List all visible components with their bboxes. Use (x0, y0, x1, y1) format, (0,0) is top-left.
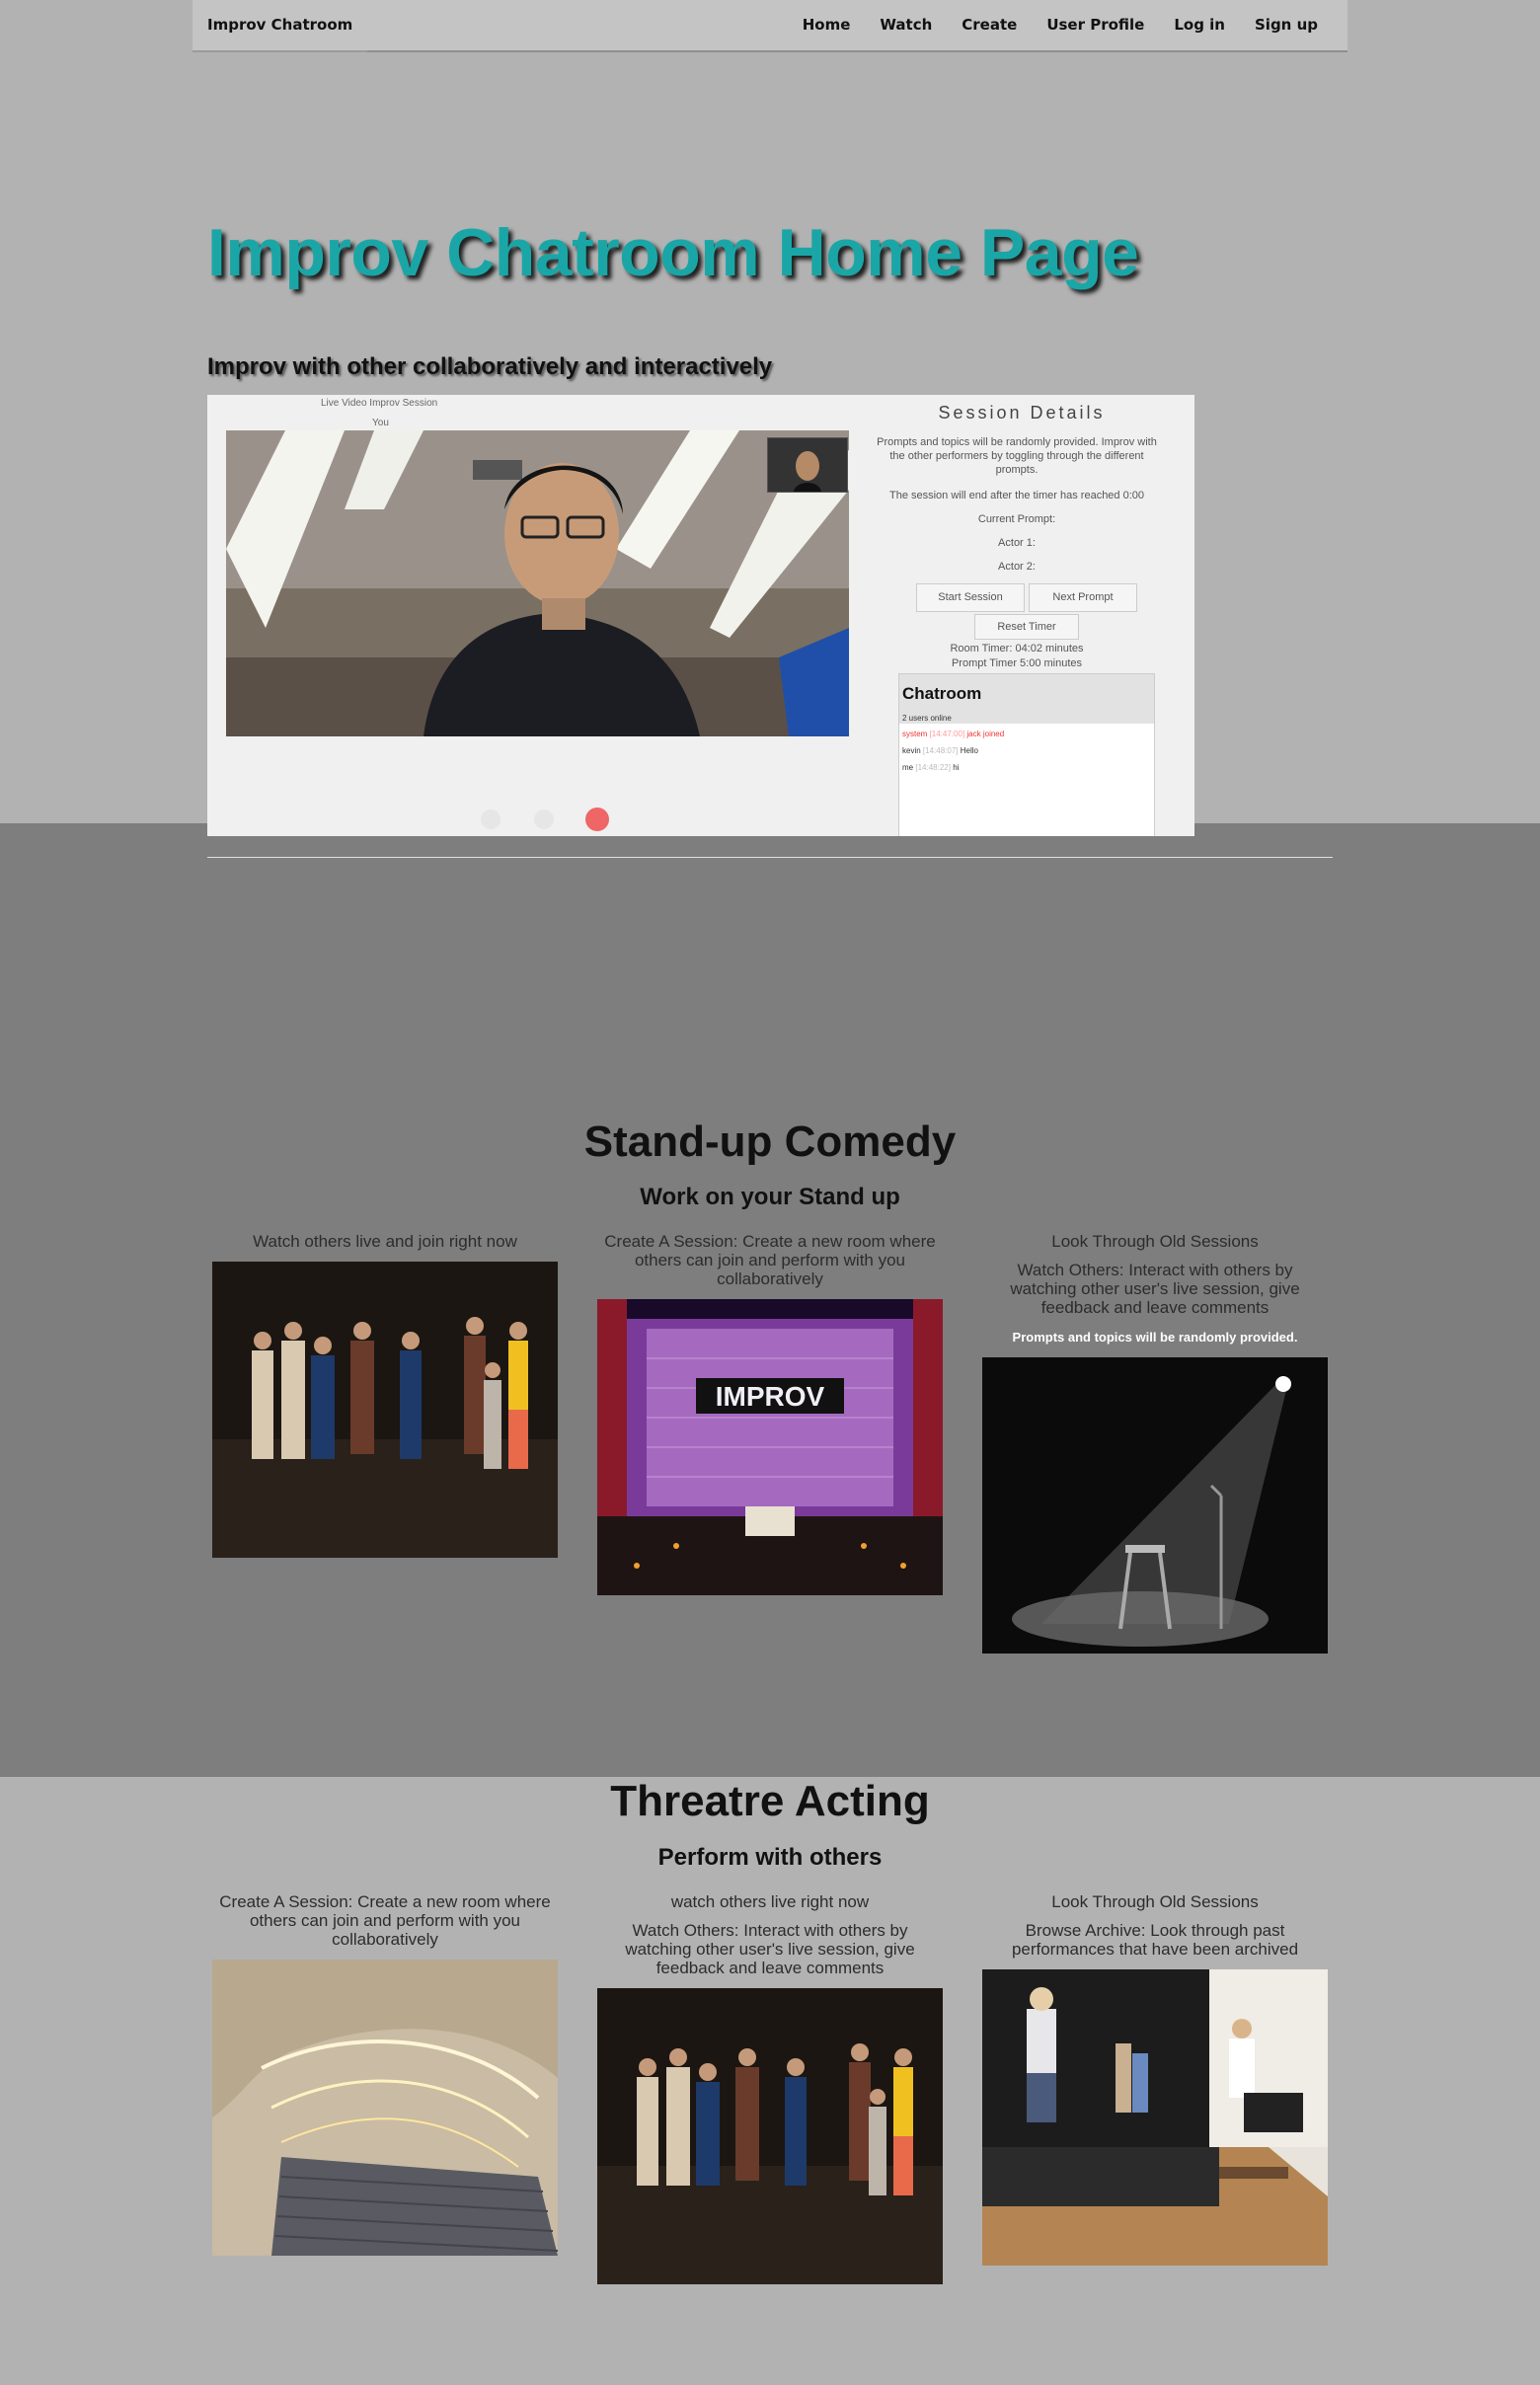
theatre-col3-title: Look Through Old Sessions (1051, 1892, 1259, 1911)
standup-subtitle: Work on your Stand up (640, 1184, 900, 1210)
divider (207, 857, 1333, 858)
nav-watch[interactable]: Watch (865, 0, 947, 50)
rehearsal-stage-photo[interactable] (982, 1969, 1328, 2266)
demo-session-screenshot: Live Video Improv Session You Session De… (207, 395, 1194, 836)
theatre-col2-text: Watch Others: Interact with others by wa… (625, 1921, 915, 1977)
video-feed (226, 430, 849, 736)
theatre-subtitle: Perform with others (657, 1844, 883, 1871)
current-prompt-label: Current Prompt: (977, 513, 1056, 525)
share-icon[interactable] (481, 809, 500, 829)
nav-home[interactable]: Home (788, 0, 866, 50)
nav-signup[interactable]: Sign up (1240, 0, 1333, 50)
brand-link[interactable]: Improv Chatroom (192, 0, 368, 52)
theatre-title: Threatre Acting (610, 1777, 930, 1825)
theatre-col3-text: Browse Archive: Look through past perfor… (1011, 1921, 1299, 1959)
session-details-title: Session Details (938, 403, 1106, 423)
start-session-button[interactable]: Start Session (916, 583, 1025, 612)
nav-links: Home Watch Create User Profile Log in Si… (788, 0, 1333, 50)
theatre-col2-title: watch others live right now (670, 1892, 870, 1911)
room-timer: Room Timer: 04:02 minutes (950, 643, 1084, 654)
details-end-note: The session will end after the timer has… (888, 490, 1145, 501)
hang-up-icon[interactable] (585, 808, 609, 831)
nav-create[interactable]: Create (947, 0, 1032, 50)
standup-col1-text: Watch others live and join right now (253, 1232, 517, 1251)
demo-caption: Live Video Improv Session (321, 398, 438, 409)
page-title: Improv Chatroom Home Page (207, 215, 1139, 290)
actor1-label: Actor 1: (998, 537, 1036, 549)
chatroom-panel: Chatroom 2 users online system [14:47:00… (898, 673, 1155, 836)
theatre-col1-text: Create A Session: Create a new room wher… (219, 1892, 551, 1949)
actor2-label: Actor 2: (998, 561, 1036, 573)
page-subtitle: Improv with other collaboratively and in… (207, 353, 773, 380)
standup-col3-text: Watch Others: Interact with others by wa… (1010, 1261, 1300, 1317)
standup-col2-text: Create A Session: Create a new room wher… (604, 1232, 936, 1288)
standup-prompts-note: Prompts and topics will be randomly prov… (1012, 1330, 1298, 1345)
svg-text:IMPROV: IMPROV (716, 1381, 825, 1412)
improv-stage-photo[interactable]: IMPROV (597, 1299, 943, 1595)
navbar: Improv Chatroom Home Watch Create User P… (192, 0, 1348, 52)
spotlight-stool-photo[interactable] (982, 1357, 1328, 1654)
chat-message: kevin [14:48:07] Hello (902, 746, 978, 755)
chat-message: system [14:47:00] jack joined (902, 730, 1005, 738)
microphone-icon[interactable] (534, 809, 554, 829)
chat-message: me [14:48:22] hi (902, 763, 960, 772)
nav-login[interactable]: Log in (1159, 0, 1240, 50)
improv-group-photo[interactable] (212, 1262, 558, 1558)
reset-timer-button[interactable]: Reset Timer (974, 614, 1079, 640)
chatroom-user-count: 2 users online (902, 714, 952, 723)
theatre-hall-photo[interactable] (212, 1960, 558, 2256)
chatroom-title: Chatroom (902, 684, 982, 703)
nav-user-profile[interactable]: User Profile (1032, 0, 1159, 50)
details-description: Prompts and topics will be randomly prov… (877, 436, 1157, 476)
self-view-thumbnail (767, 437, 848, 493)
standup-col3-title: Look Through Old Sessions (1051, 1232, 1259, 1251)
next-prompt-button[interactable]: Next Prompt (1029, 583, 1137, 612)
standup-title: Stand-up Comedy (583, 1117, 957, 1166)
demo-you-label: You (372, 418, 389, 428)
prompt-timer: Prompt Timer 5:00 minutes (951, 657, 1083, 669)
improv-circle-photo[interactable] (597, 1988, 943, 2284)
